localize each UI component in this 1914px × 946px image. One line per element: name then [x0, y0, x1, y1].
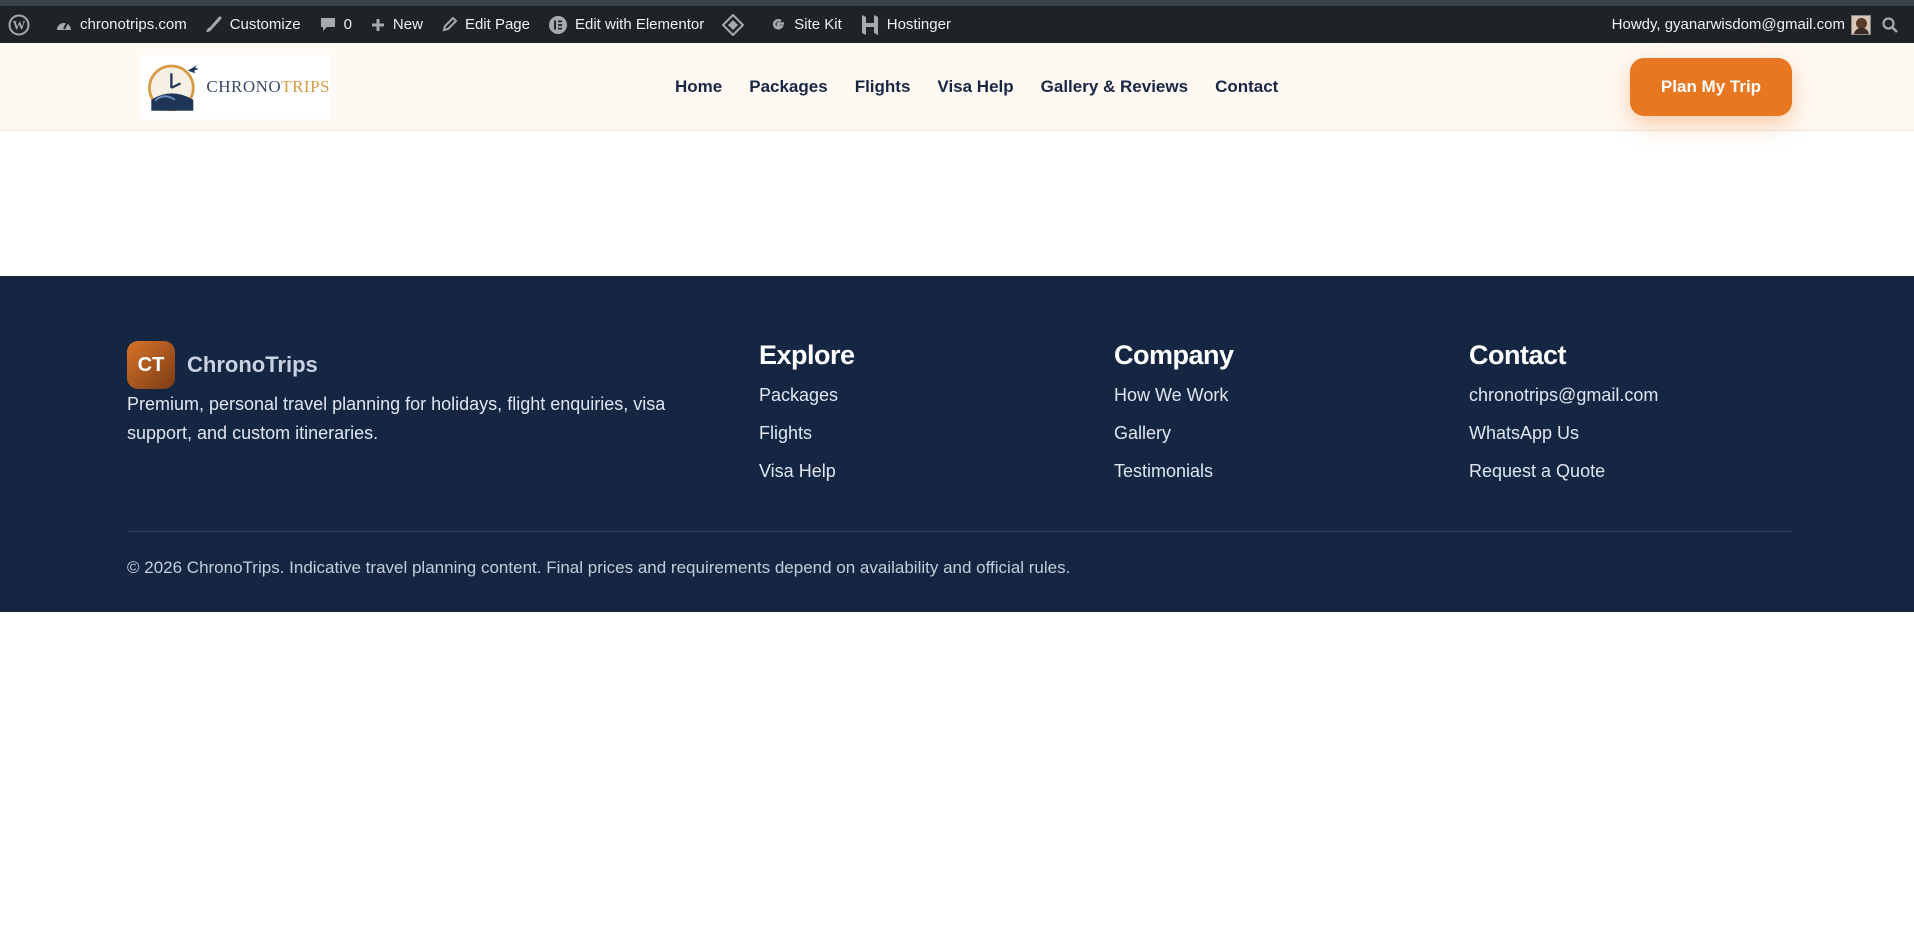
svg-text:W: W — [13, 17, 26, 32]
search-icon — [1882, 16, 1898, 33]
howdy-label: Howdy, gyanarwisdom@gmail.com — [1611, 16, 1845, 33]
footer-column-explore: Explore Packages Flights Visa Help — [759, 340, 855, 497]
admin-comments-link[interactable]: 0 — [310, 6, 361, 43]
admin-search-button[interactable] — [1877, 6, 1914, 43]
site-logo[interactable]: CHRONOTRIPS — [140, 55, 330, 119]
site-footer: CT ChronoTrips Premium, personal travel … — [0, 276, 1914, 612]
admin-site-link[interactable]: chronotrips.com — [46, 6, 196, 43]
site-kit-label: Site Kit — [794, 16, 842, 33]
footer-link-flights[interactable]: Flights — [759, 421, 855, 459]
logo-wordmark: CHRONOTRIPS — [206, 77, 330, 97]
edit-page-label: Edit Page — [464, 16, 530, 33]
admin-new-content-link[interactable]: New — [361, 6, 432, 43]
footer-tagline: Premium, personal travel planning for ho… — [127, 394, 666, 443]
footer-column-title: Contact — [1469, 340, 1567, 370]
admin-edit-elementor-link[interactable]: Edit with Elementor — [539, 6, 713, 43]
pencil-icon — [442, 16, 458, 32]
footer-column-title: Company — [1114, 340, 1234, 370]
admin-bar-secondary: Howdy, gyanarwisdom@gmail.com — [1603, 6, 1914, 43]
hostinger-label: Hostinger — [886, 16, 951, 33]
nav-packages[interactable]: Packages — [749, 77, 827, 97]
logo-text-trips: TRIPS — [281, 77, 330, 96]
nav-visa-help[interactable]: Visa Help — [937, 77, 1013, 97]
google-g-icon — [773, 18, 785, 29]
footer-link-how-we-work[interactable]: How We Work — [1114, 383, 1234, 421]
admin-hostinger-link[interactable]: Hostinger — [851, 6, 960, 43]
footer-link-request-quote[interactable]: Request a Quote — [1469, 459, 1658, 497]
brand-badge: CT — [127, 341, 175, 389]
clock-travel-logo-icon — [148, 64, 199, 112]
nav-flights[interactable]: Flights — [855, 77, 911, 97]
footer-column-title: Explore — [759, 340, 855, 370]
edit-elementor-label: Edit with Elementor — [574, 16, 705, 33]
plus-icon — [371, 18, 384, 31]
logo-text-chrono: CHRONO — [206, 77, 282, 96]
footer-link-packages[interactable]: Packages — [759, 383, 855, 421]
wp-admin-bar: W chronotrips.com Customize 0 New Edit P… — [0, 0, 1914, 43]
wordpress-logo-icon[interactable]: W — [0, 6, 46, 43]
diamond-plugin-icon — [722, 13, 745, 36]
dashboard-icon — [57, 22, 71, 30]
admin-site-kit-link[interactable]: Site Kit — [760, 6, 851, 43]
footer-divider — [127, 531, 1793, 532]
nav-contact[interactable]: Contact — [1215, 77, 1278, 97]
footer-brand: CT ChronoTrips — [127, 341, 318, 389]
paintbrush-icon — [205, 16, 222, 32]
avatar — [1851, 14, 1871, 35]
site-name-label: chronotrips.com — [80, 16, 187, 33]
elementor-icon — [548, 15, 567, 34]
nav-home[interactable]: Home — [675, 77, 722, 97]
admin-diamond-plugin-link[interactable] — [713, 6, 760, 43]
plan-my-trip-button[interactable]: Plan My Trip — [1630, 58, 1792, 116]
footer-column-company: Company How We Work Gallery Testimonials — [1114, 340, 1234, 497]
footer-link-gallery[interactable]: Gallery — [1114, 421, 1234, 459]
footer-link-visa-help[interactable]: Visa Help — [759, 459, 855, 497]
hostinger-icon — [861, 14, 878, 35]
footer-link-email[interactable]: chronotrips@gmail.com — [1469, 383, 1658, 421]
footer-copyright: © 2026 ChronoTrips. Indicative travel pl… — [127, 558, 1071, 577]
admin-edit-page-link[interactable]: Edit Page — [432, 6, 539, 43]
footer-column-contact: Contact chronotrips@gmail.com WhatsApp U… — [1469, 340, 1658, 497]
main-nav: Home Packages Flights Visa Help Gallery … — [675, 43, 1278, 131]
admin-account-menu[interactable]: Howdy, gyanarwisdom@gmail.com — [1603, 6, 1877, 43]
new-label: New — [392, 16, 423, 33]
admin-customize-link[interactable]: Customize — [196, 6, 310, 43]
comment-bubble-icon — [320, 18, 335, 31]
footer-link-testimonials[interactable]: Testimonials — [1114, 459, 1234, 497]
site-header: CHRONOTRIPS Home Packages Flights Visa H… — [0, 43, 1914, 131]
footer-link-whatsapp[interactable]: WhatsApp Us — [1469, 421, 1658, 459]
brand-name: ChronoTrips — [187, 352, 318, 377]
nav-gallery-reviews[interactable]: Gallery & Reviews — [1041, 77, 1188, 97]
comments-count: 0 — [343, 16, 352, 33]
customize-label: Customize — [229, 16, 301, 33]
